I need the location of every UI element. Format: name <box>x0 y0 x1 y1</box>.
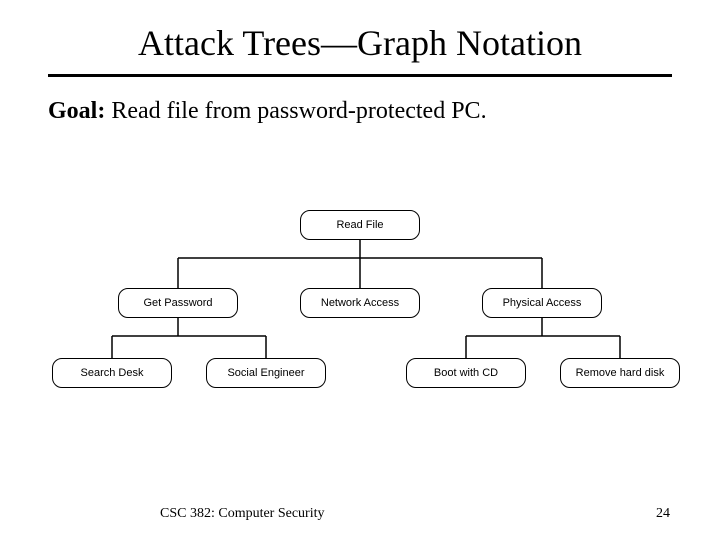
node-social-engineer: Social Engineer <box>206 358 326 388</box>
node-get-password: Get Password <box>118 288 238 318</box>
goal-text: Read file from password-protected PC. <box>105 98 486 124</box>
goal-line: Goal: Read file from password-protected … <box>48 98 672 125</box>
slide-title: Attack Trees—Graph Notation <box>0 22 720 64</box>
node-physical-access: Physical Access <box>482 288 602 318</box>
node-read-file: Read File <box>300 210 420 240</box>
node-boot-with-cd: Boot with CD <box>406 358 526 388</box>
node-remove-hard-disk: Remove hard disk <box>560 358 680 388</box>
footer-page-number: 24 <box>656 506 670 522</box>
slide: Attack Trees—Graph Notation Goal: Read f… <box>0 0 720 540</box>
attack-tree: Read File Get Password Network Access Ph… <box>0 210 720 430</box>
footer-course: CSC 382: Computer Security <box>160 506 325 522</box>
node-search-desk: Search Desk <box>52 358 172 388</box>
title-divider <box>48 74 672 77</box>
tree-connectors <box>0 210 720 430</box>
node-network-access: Network Access <box>300 288 420 318</box>
goal-label: Goal: <box>48 98 105 124</box>
